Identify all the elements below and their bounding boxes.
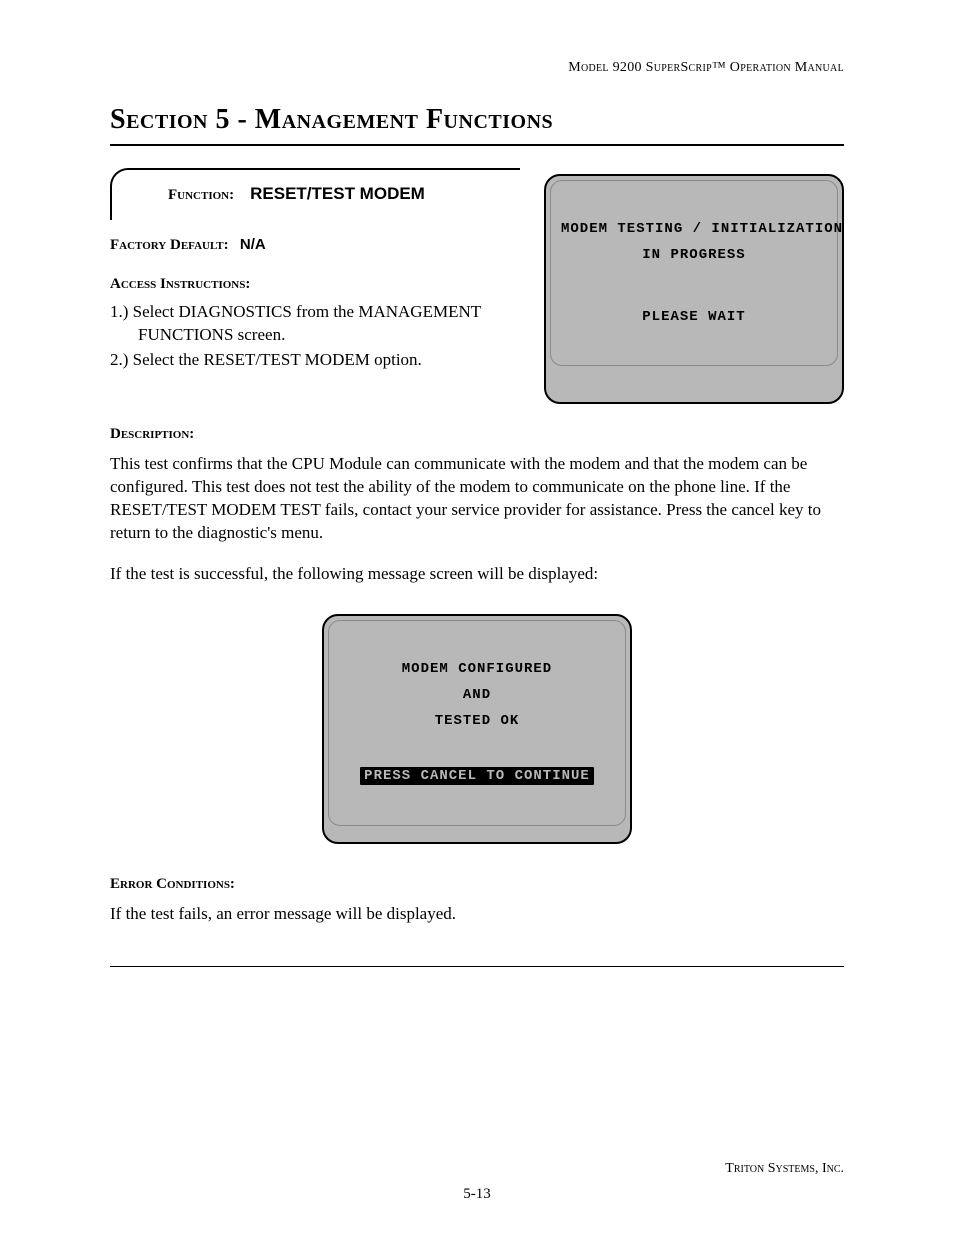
description-heading: Description: bbox=[110, 426, 844, 443]
function-name: RESET/TEST MODEM bbox=[250, 184, 425, 203]
error-conditions-heading: Error Conditions: bbox=[110, 876, 844, 893]
footer-page-number: 5-13 bbox=[0, 1186, 954, 1203]
factory-default-value: N/A bbox=[240, 236, 266, 253]
footer-company: Triton Systems, Inc. bbox=[725, 1161, 844, 1177]
section-title: Section 5 - Management Functions bbox=[110, 104, 844, 136]
running-header: Model 9200 SuperScrip™ Operation Manual bbox=[110, 60, 844, 76]
screen-success-line: TESTED OK bbox=[339, 713, 615, 729]
error-conditions-paragraph: If the test fails, an error message will… bbox=[110, 903, 844, 926]
screen-success-continue: PRESS CANCEL TO CONTINUE bbox=[360, 767, 594, 785]
title-rule bbox=[110, 144, 844, 146]
access-instructions-heading: Access Instructions: bbox=[110, 276, 520, 293]
access-instructions-list: 1.) Select DIAGNOSTICS from the MANAGEME… bbox=[110, 301, 520, 372]
screen-success: MODEM CONFIGURED AND TESTED OK PRESS CAN… bbox=[322, 614, 632, 844]
footer-rule bbox=[110, 966, 844, 967]
function-box: Function: RESET/TEST MODEM bbox=[110, 168, 520, 220]
description-paragraph: If the test is successful, the following… bbox=[110, 563, 844, 586]
factory-default-label: Factory Default: bbox=[110, 237, 229, 253]
screen-success-line: MODEM CONFIGURED bbox=[339, 661, 615, 677]
screen-progress-line: PLEASE WAIT bbox=[561, 309, 827, 325]
screen-progress-line: IN PROGRESS bbox=[561, 247, 827, 263]
screen-progress-line: MODEM TESTING / INITIALIZATION bbox=[561, 221, 827, 237]
function-label: Function: bbox=[168, 187, 234, 203]
screen-progress: MODEM TESTING / INITIALIZATION IN PROGRE… bbox=[544, 174, 844, 404]
factory-default: Factory Default: N/A bbox=[110, 236, 520, 254]
screen-success-line: AND bbox=[339, 687, 615, 703]
access-step: 1.) Select DIAGNOSTICS from the MANAGEME… bbox=[110, 301, 520, 347]
description-paragraph: This test confirms that the CPU Module c… bbox=[110, 453, 844, 545]
access-step: 2.) Select the RESET/TEST MODEM option. bbox=[110, 349, 520, 372]
